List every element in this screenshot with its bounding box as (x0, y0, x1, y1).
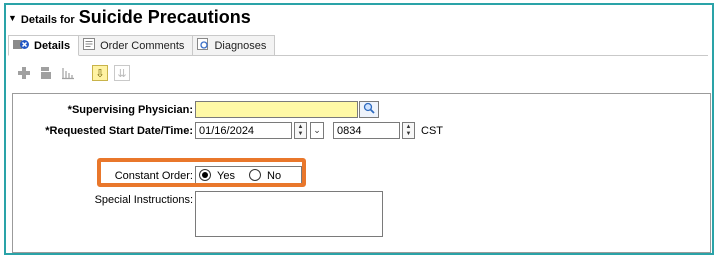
tab-diagnoses[interactable]: Diagnoses (192, 35, 276, 55)
tab-order-comments[interactable]: Order Comments (78, 35, 194, 55)
add-icon[interactable] (16, 65, 32, 81)
search-button[interactable] (359, 101, 379, 118)
date-dropdown-button[interactable]: ⌄ (310, 122, 324, 139)
search-icon (363, 101, 375, 119)
constant-order-highlight (97, 158, 306, 187)
tab-details[interactable]: Details (8, 35, 80, 56)
comments-icon (83, 38, 96, 53)
order-title: Suicide Precautions (78, 7, 251, 27)
start-time-input[interactable]: 0834 (333, 122, 400, 139)
tab-details-label: Details (34, 39, 71, 52)
requested-start-label: *Requested Start Date/Time: (45, 125, 193, 137)
diagnoses-icon (197, 38, 209, 53)
special-instructions-label: Special Instructions: (94, 194, 193, 206)
details-icon (13, 38, 29, 54)
collapse-icon[interactable]: ▼ (8, 13, 17, 23)
order-details-panel: ▼ Details for Suicide Precautions Detail… (4, 3, 714, 255)
tab-order-comments-label: Order Comments (100, 39, 185, 52)
start-date-input[interactable]: 01/16/2024 (195, 122, 292, 139)
down-arrow-icon[interactable]: ⇩ (92, 65, 108, 81)
toolbar: ⇩ ⇊ (16, 65, 130, 81)
timezone-label: CST (421, 125, 443, 137)
details-header: ▼ Details for Suicide Precautions (8, 7, 251, 31)
details-for-label: Details for (20, 14, 75, 26)
tab-diagnoses-label: Diagnoses (214, 39, 267, 52)
tab-bar: Details Order Comments Diagnoses (8, 35, 708, 56)
remove-icon[interactable] (38, 65, 54, 81)
date-spinner[interactable]: ▲ ▼ (294, 122, 307, 139)
supervising-physician-label: *Supervising Physician: (67, 104, 193, 116)
special-instructions-textarea[interactable] (195, 191, 383, 237)
chart-icon[interactable] (60, 65, 76, 81)
time-spinner[interactable]: ▲ ▼ (402, 122, 415, 139)
supervising-physician-input[interactable] (195, 101, 358, 118)
down-double-icon[interactable]: ⇊ (114, 65, 130, 81)
chevron-down-icon: ⌄ (313, 125, 321, 135)
